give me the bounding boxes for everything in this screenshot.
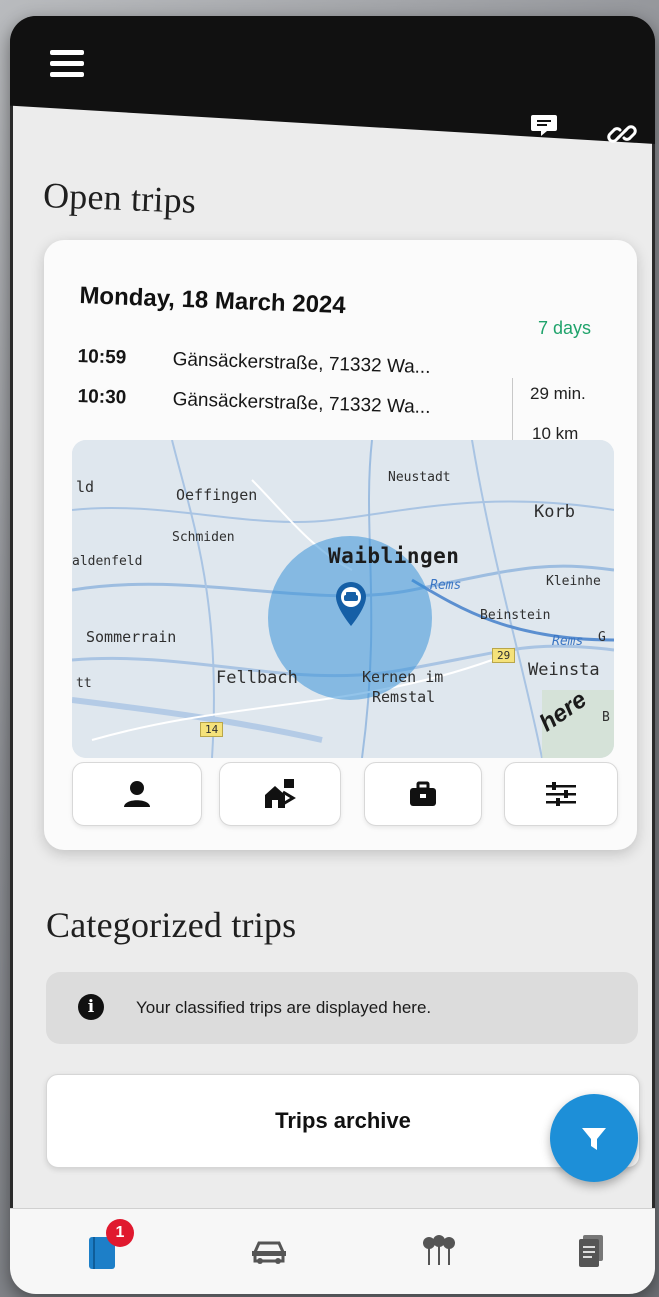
trip-date: Monday, 18 March 2024 — [78, 282, 347, 320]
trip-divider — [512, 378, 513, 444]
map-label-kleinheppach: Kleinhe — [546, 574, 601, 589]
trip-start-address: Gänsäckerstraße, 71332 Wa... — [172, 388, 431, 419]
info-text: Your classified trips are displayed here… — [136, 998, 432, 1017]
map-label-oeffingen: Oeffingen — [176, 486, 258, 504]
map-label-g: G — [598, 630, 606, 645]
sliders-icon — [546, 782, 576, 806]
trip-map[interactable]: ld Oeffingen Neustadt Korb Schmiden Waib… — [72, 440, 614, 758]
phone-screen: Open trips Monday, 18 March 2024 7 days … — [10, 16, 655, 1294]
map-label-sommerrain: Sommerrain — [86, 628, 177, 646]
filter-button[interactable] — [550, 1094, 638, 1182]
classified-trips-info: i Your classified trips are displayed he… — [46, 972, 638, 1044]
filter-icon — [582, 1128, 606, 1150]
road-shield-14: 14 — [200, 722, 224, 737]
map-label-tt: tt — [76, 676, 92, 691]
trips-archive-label: Trips archive — [275, 1108, 411, 1133]
map-label-waiblingen: Waiblingen — [328, 544, 460, 568]
open-trips-title: Open trips — [42, 174, 197, 221]
hamburger-menu-icon[interactable] — [50, 50, 84, 84]
trip-start-time: 10:30 — [77, 386, 127, 409]
map-label-remstal: Remstal — [372, 688, 436, 706]
trip-end-time: 10:59 — [77, 346, 127, 369]
nav-documents[interactable] — [564, 1227, 618, 1275]
map-label-haldenfeld: aldenfeld — [72, 554, 143, 569]
person-icon — [124, 781, 150, 807]
trip-duration: 29 min. — [530, 384, 586, 403]
house-commute-icon — [265, 779, 296, 808]
chat-icon[interactable] — [528, 108, 560, 140]
car-location-pin-icon — [336, 582, 366, 626]
bottom-navigation: 1 — [10, 1208, 655, 1294]
map-label-korb: Korb — [534, 502, 575, 522]
map-label-kernen: Kernen im — [362, 668, 444, 686]
business-trip-button[interactable] — [364, 762, 482, 826]
trip-options-button[interactable] — [504, 762, 618, 826]
open-trip-card[interactable]: Monday, 18 March 2024 7 days 10:59 Gänsäc… — [44, 240, 637, 850]
briefcase-icon — [410, 781, 436, 806]
private-trip-button[interactable] — [72, 762, 202, 826]
categorized-trips-title: Categorized trips — [46, 905, 297, 945]
nav-logbook[interactable]: 1 — [76, 1219, 134, 1275]
car-icon — [252, 1241, 286, 1264]
map-label-b: B — [602, 710, 610, 725]
nav-places[interactable] — [412, 1227, 466, 1275]
documents-icon — [579, 1235, 603, 1267]
road-shield-29: 29 — [492, 648, 516, 663]
map-label-ld: ld — [76, 478, 95, 496]
trips-archive-button[interactable]: Trips archive — [46, 1074, 640, 1168]
map-label-fellbach: Fellbach — [216, 668, 298, 688]
commute-trip-button[interactable] — [219, 762, 341, 826]
map-label-schmiden: Schmiden — [172, 530, 235, 545]
map-label-rems: Rems — [430, 578, 462, 593]
trip-start-row: 10:30 Gänsäckerstraße, 71332 Wa... — [77, 386, 431, 419]
map-label-beinstein: Beinstein — [480, 608, 551, 623]
trip-end-row: 10:59 Gänsäckerstraße, 71332 Wa... — [77, 346, 431, 379]
notification-badge: 1 — [106, 1219, 134, 1247]
link-icon[interactable] — [606, 118, 638, 150]
places-icon — [423, 1235, 455, 1265]
nav-vehicle[interactable] — [242, 1227, 296, 1275]
info-icon: i — [78, 994, 104, 1020]
map-label-rems-2: Rems — [552, 634, 584, 649]
map-label-weinstadt: Weinsta — [528, 660, 600, 680]
map-label-neustadt: Neustadt — [388, 470, 451, 485]
trip-end-address: Gänsäckerstraße, 71332 Wa... — [172, 348, 431, 379]
days-remaining: 7 days — [538, 318, 592, 338]
